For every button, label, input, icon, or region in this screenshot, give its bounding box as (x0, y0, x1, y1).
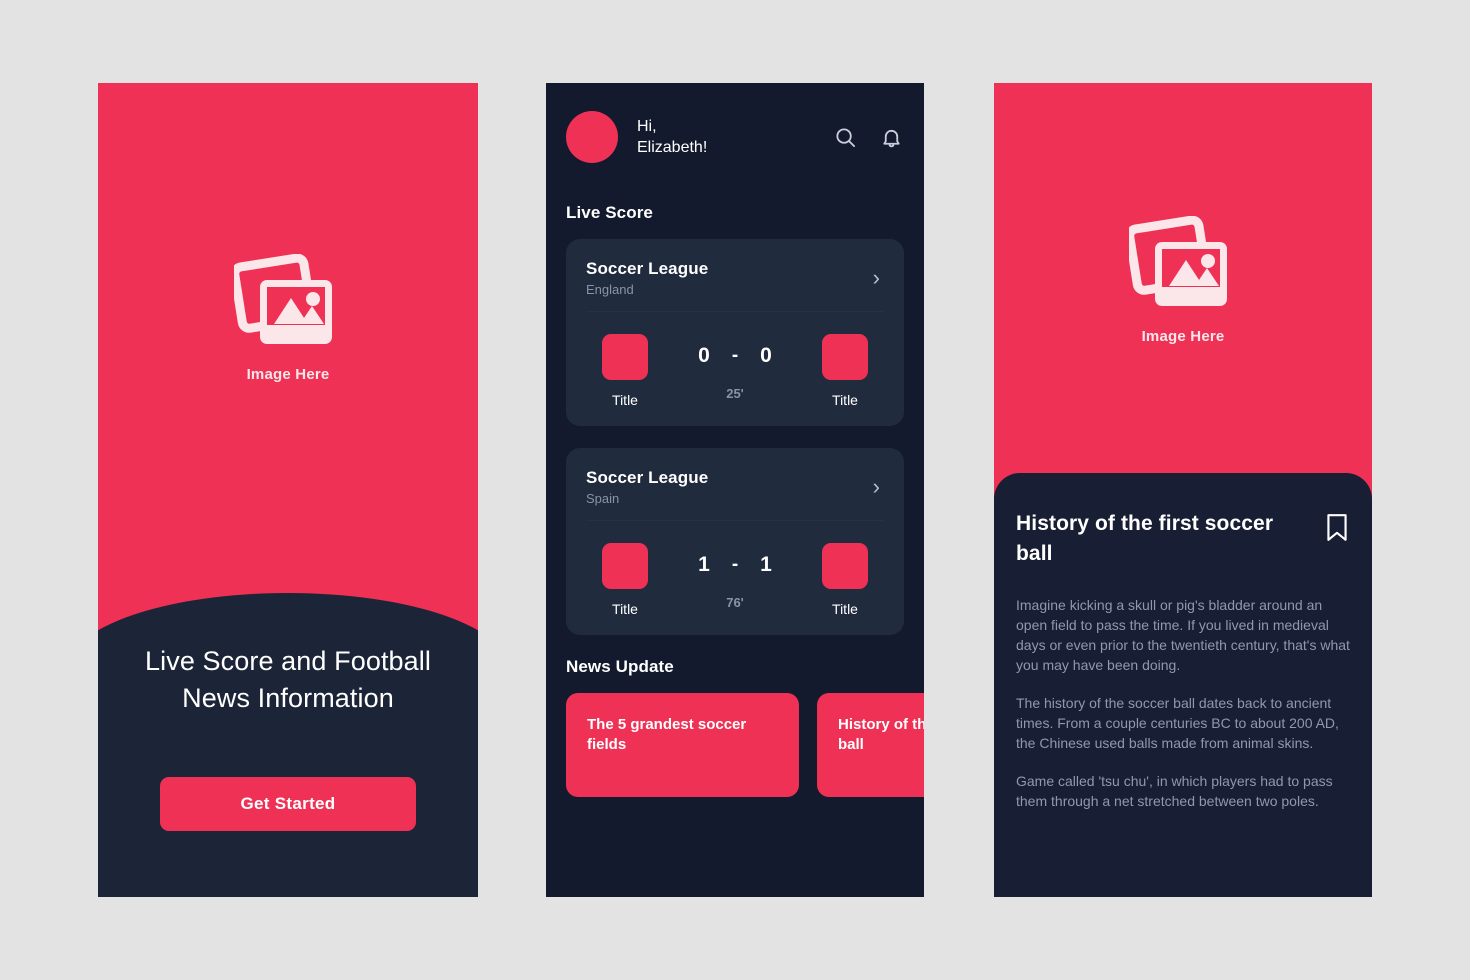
header-actions (832, 124, 904, 150)
home-header: Hi, Elizabeth! (566, 83, 904, 191)
screenshot-canvas: Image Here Live Score and Football News … (0, 0, 1470, 980)
avatar[interactable] (566, 111, 618, 163)
greeting: Hi, Elizabeth! (637, 116, 832, 158)
article-paragraph: Imagine kicking a skull or pig's bladder… (1016, 597, 1350, 673)
league-row: Soccer League Spain › (586, 468, 884, 506)
greeting-line-2: Elizabeth! (637, 139, 708, 156)
team-badge (822, 543, 868, 589)
score-row: Title 1 - 1 76' Title (586, 543, 884, 617)
onboarding-content: Live Score and Football News Information… (98, 643, 478, 831)
match-minute: 76' (726, 595, 744, 610)
away-score: 0 (760, 344, 772, 367)
home-team: Title (586, 543, 664, 617)
article-header: History of the first soccer ball (1016, 509, 1350, 569)
news-card[interactable]: The 5 grandest soccer fields (566, 693, 799, 797)
team-badge (602, 543, 648, 589)
article-hero: Image Here (994, 83, 1372, 478)
home-score: 0 (698, 344, 710, 367)
onboarding-title: Live Score and Football News Information (145, 646, 431, 713)
match-card[interactable]: Soccer League Spain › Title 1 - 1 76' Ti… (566, 448, 904, 635)
photo-stack-icon (1129, 216, 1227, 306)
onboarding-screen: Image Here Live Score and Football News … (98, 83, 478, 897)
news-card[interactable]: History of the first soccer ball (817, 693, 924, 797)
score-dash: - (731, 345, 739, 366)
league-info: Soccer League Spain (586, 468, 869, 506)
article-panel: History of the first soccer ball Imagine… (994, 473, 1372, 897)
score-dash: - (731, 554, 739, 575)
bookmark-icon[interactable] (1324, 509, 1350, 548)
article-title: History of the first soccer ball (1016, 512, 1274, 565)
home-team: Title (586, 334, 664, 408)
news-carousel[interactable]: The 5 grandest soccer fields History of … (566, 693, 924, 797)
team-name: Title (832, 601, 858, 617)
bell-icon[interactable] (878, 124, 904, 150)
match-card[interactable]: Soccer League England › Title 0 - 0 25' … (566, 239, 904, 426)
news-update-section-title: News Update (566, 657, 674, 676)
article-screen: Image Here History of the first soccer b… (994, 83, 1372, 897)
home-score: 1 (698, 553, 710, 576)
match-minute: 25' (726, 386, 744, 401)
divider (586, 520, 884, 521)
image-placeholder-label: Image Here (1141, 328, 1225, 345)
team-name: Title (832, 392, 858, 408)
team-badge (822, 334, 868, 380)
league-country: England (586, 282, 634, 297)
score-numbers: 1 - 1 (698, 553, 772, 577)
away-team: Title (806, 543, 884, 617)
score-numbers: 0 - 0 (698, 344, 772, 368)
article-paragraph: Game called 'tsu chu', in which players … (1016, 773, 1333, 809)
get-started-button[interactable]: Get Started (160, 777, 416, 831)
team-name: Title (612, 392, 638, 408)
score-middle: 1 - 1 76' (664, 543, 806, 610)
onboarding-hero: Image Here (98, 83, 478, 553)
divider (586, 311, 884, 312)
league-country: Spain (586, 491, 620, 506)
image-placeholder-label: Image Here (246, 365, 330, 383)
team-name: Title (612, 601, 638, 617)
photo-stack-icon (234, 253, 332, 344)
league-info: Soccer League England (586, 259, 869, 297)
chevron-right-icon[interactable]: › (869, 476, 884, 498)
image-placeholder: Image Here (234, 253, 342, 383)
away-team: Title (806, 334, 884, 408)
chevron-right-icon[interactable]: › (869, 267, 884, 289)
away-score: 1 (760, 553, 772, 576)
image-placeholder: Image Here (1129, 216, 1237, 345)
article-paragraph: The history of the soccer ball dates bac… (1016, 695, 1339, 751)
team-badge (602, 334, 648, 380)
league-name: Soccer League (586, 468, 709, 487)
league-row: Soccer League England › (586, 259, 884, 297)
league-name: Soccer League (586, 259, 709, 278)
score-middle: 0 - 0 25' (664, 334, 806, 401)
search-icon[interactable] (832, 124, 858, 150)
home-screen: Hi, Elizabeth! Live Score Soccer League … (546, 83, 924, 897)
article-body: Imagine kicking a skull or pig's bladder… (1016, 595, 1350, 811)
live-score-section-title: Live Score (566, 203, 653, 222)
score-row: Title 0 - 0 25' Title (586, 334, 884, 408)
greeting-line-1: Hi, (637, 118, 657, 135)
